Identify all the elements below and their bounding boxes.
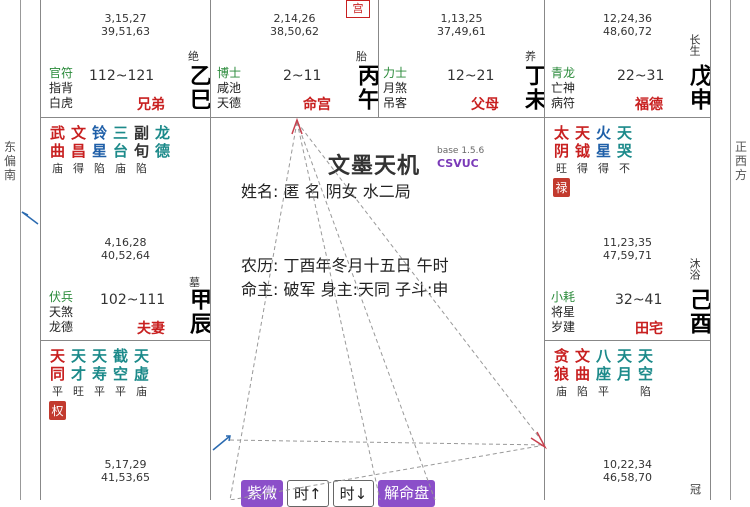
aspect-lines bbox=[21, 117, 548, 500]
